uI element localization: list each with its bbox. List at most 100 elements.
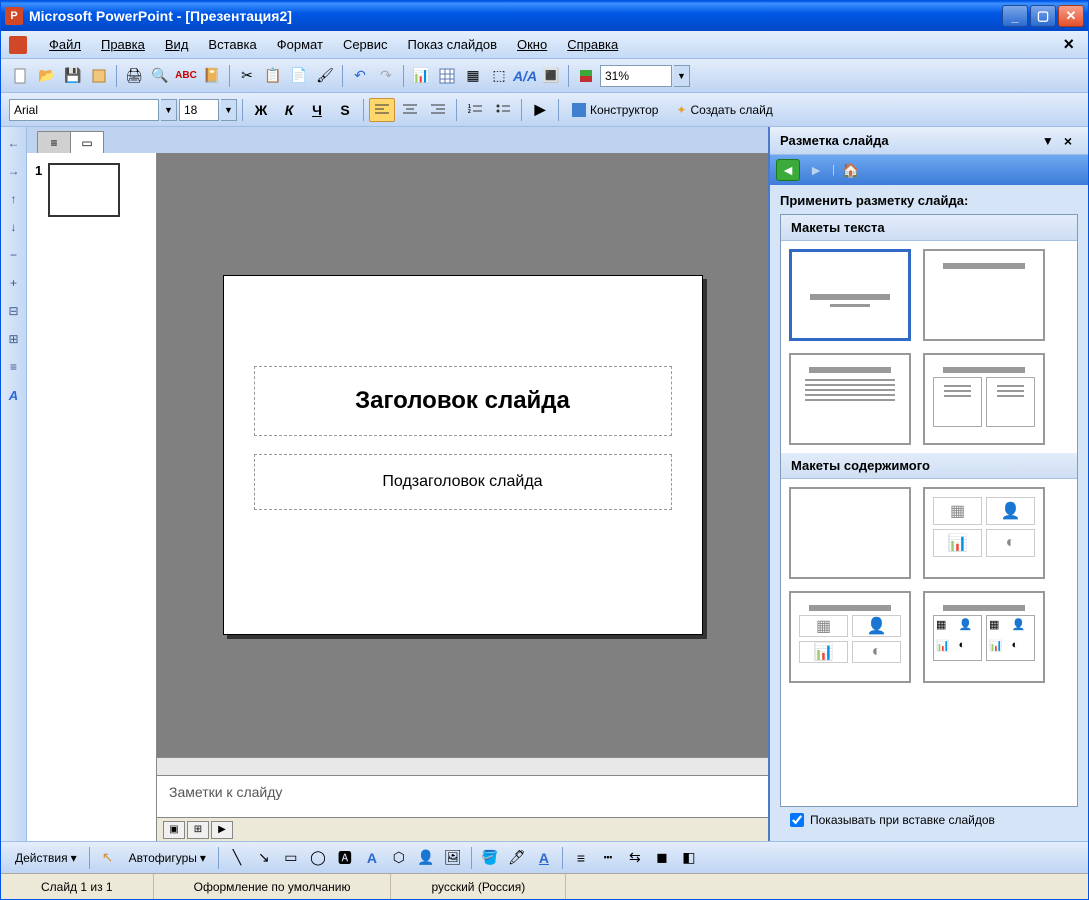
picture-icon[interactable]: 🖼	[441, 846, 465, 870]
new-icon[interactable]	[9, 64, 33, 88]
cut-icon[interactable]: ✂	[235, 64, 259, 88]
outline-collapse-icon[interactable]: −	[4, 245, 24, 265]
bullets-button[interactable]	[490, 98, 516, 122]
taskpane-forward-button[interactable]: ►	[804, 159, 828, 181]
close-button[interactable]: ✕	[1058, 5, 1084, 27]
align-center-button[interactable]	[397, 98, 423, 122]
shadow-style-icon[interactable]: ◼	[650, 846, 674, 870]
slideshow-view-button[interactable]: ▶	[211, 821, 233, 839]
format-painter-icon[interactable]: 🖌	[313, 64, 337, 88]
taskpane-home-button[interactable]: 🏠	[839, 159, 863, 181]
horizontal-scrollbar[interactable]	[157, 757, 768, 775]
permission-icon[interactable]	[87, 64, 111, 88]
save-icon[interactable]: 💾	[61, 64, 85, 88]
open-icon[interactable]: 📂	[35, 64, 59, 88]
redo-icon[interactable]: ↷	[374, 64, 398, 88]
bold-button[interactable]: Ж	[248, 98, 274, 122]
undo-icon[interactable]: ↶	[348, 64, 372, 88]
spell-icon[interactable]: ABC	[174, 64, 198, 88]
arrow-style-icon[interactable]: ⇆	[623, 846, 647, 870]
font-dropdown[interactable]: ▼	[161, 99, 177, 121]
font-size-dropdown[interactable]: ▼	[221, 99, 237, 121]
print-icon[interactable]: 🖨	[122, 64, 146, 88]
menu-edit[interactable]: Правка	[91, 33, 155, 56]
autoshapes-menu[interactable]: Автофигуры ▾	[123, 846, 212, 870]
underline-button[interactable]: Ч	[304, 98, 330, 122]
flag-icon[interactable]	[574, 64, 598, 88]
new-slide-button[interactable]: ✦Создать слайд	[668, 98, 780, 122]
chart-icon[interactable]: 📊	[409, 64, 433, 88]
menu-app-icon[interactable]	[9, 36, 27, 54]
textbox-icon[interactable]: 🅰	[333, 846, 357, 870]
align-left-button[interactable]	[369, 98, 395, 122]
align-right-button[interactable]	[425, 98, 451, 122]
menu-insert[interactable]: Вставка	[198, 33, 266, 56]
fill-color-icon[interactable]: 🪣	[478, 846, 502, 870]
layout-title-slide[interactable]	[789, 249, 911, 341]
show-on-insert-checkbox[interactable]	[790, 813, 804, 827]
minimize-button[interactable]: _	[1002, 5, 1028, 27]
outline-promote-icon[interactable]: ←	[4, 133, 24, 153]
line-icon[interactable]: ╲	[225, 846, 249, 870]
oval-icon[interactable]: ◯	[306, 846, 330, 870]
menu-file[interactable]: Файл	[39, 33, 91, 56]
rectangle-icon[interactable]: ▭	[279, 846, 303, 870]
outline-down-icon[interactable]: ↓	[4, 217, 24, 237]
line-weight-icon[interactable]: ≡	[569, 846, 593, 870]
outline-collapse-all-icon[interactable]: ⊟	[4, 301, 24, 321]
menu-help[interactable]: Справка	[557, 33, 628, 56]
layout-blank[interactable]	[789, 487, 911, 579]
3d-style-icon[interactable]: ◧	[677, 846, 701, 870]
layout-title-only[interactable]	[923, 249, 1045, 341]
outline-summary-icon[interactable]: ≡	[4, 357, 24, 377]
menu-format[interactable]: Формат	[267, 33, 333, 56]
numbering-button[interactable]: 12	[462, 98, 488, 122]
table-icon[interactable]	[435, 64, 459, 88]
select-arrow-icon[interactable]: ↖	[96, 846, 120, 870]
font-selector[interactable]: Arial	[9, 99, 159, 121]
diagram-icon[interactable]: ⬡	[387, 846, 411, 870]
layout-content[interactable]: ▦👤 📊◐	[923, 487, 1045, 579]
show-hide-icon[interactable]: A/A	[513, 64, 537, 88]
menu-view[interactable]: Вид	[155, 33, 199, 56]
outline-expand-all-icon[interactable]: ⊞	[4, 329, 24, 349]
zoom-input[interactable]: 31%	[600, 65, 672, 87]
layout-two-content[interactable]: ▦👤📊◐ ▦👤📊◐	[923, 591, 1045, 683]
notes-pane[interactable]: Заметки к слайду	[157, 775, 768, 817]
actions-menu[interactable]: Действия ▾	[9, 846, 83, 870]
arrow-icon[interactable]: ↘	[252, 846, 276, 870]
line-color-icon[interactable]: 🖊	[505, 846, 529, 870]
preview-icon[interactable]: 🔍	[148, 64, 172, 88]
font-color-icon[interactable]: A	[532, 846, 556, 870]
outline-up-icon[interactable]: ↑	[4, 189, 24, 209]
normal-view-button[interactable]: ▣	[163, 821, 185, 839]
sorter-view-button[interactable]: ⊞	[187, 821, 209, 839]
taskpane-back-button[interactable]: ◄	[776, 159, 800, 181]
outline-demote-icon[interactable]: →	[4, 161, 24, 181]
increase-indent-button[interactable]: ▶	[527, 98, 553, 122]
zoom-dropdown[interactable]: ▼	[674, 65, 690, 87]
designer-button[interactable]: Конструктор	[564, 98, 666, 122]
maximize-button[interactable]: ▢	[1030, 5, 1056, 27]
outline-format-icon[interactable]: A	[4, 385, 24, 405]
slide-thumbnail-1[interactable]	[48, 163, 120, 217]
menu-tools[interactable]: Сервис	[333, 33, 398, 56]
subtitle-placeholder[interactable]: Подзаголовок слайда	[254, 454, 672, 510]
font-size-selector[interactable]: 18	[179, 99, 219, 121]
layout-title-content[interactable]: ▦👤 📊◐	[789, 591, 911, 683]
menu-slideshow[interactable]: Показ слайдов	[397, 33, 507, 56]
taskpane-close-button[interactable]: ×	[1058, 133, 1078, 149]
dash-style-icon[interactable]: ┅	[596, 846, 620, 870]
italic-button[interactable]: К	[276, 98, 302, 122]
clipart-icon[interactable]: 👤	[414, 846, 438, 870]
layout-title-bullets[interactable]	[789, 353, 911, 445]
title-placeholder[interactable]: Заголовок слайда	[254, 366, 672, 436]
wordart-icon[interactable]: A	[360, 846, 384, 870]
slide-canvas-wrap[interactable]: Заголовок слайда Подзаголовок слайда	[157, 153, 768, 757]
close-document-button[interactable]: ×	[1057, 34, 1080, 55]
copy-icon[interactable]: 📋	[261, 64, 285, 88]
research-icon[interactable]: 📔	[200, 64, 224, 88]
color-icon[interactable]: 🔳	[539, 64, 563, 88]
menu-window[interactable]: Окно	[507, 33, 557, 56]
slides-tab[interactable]: ▭	[70, 131, 104, 153]
